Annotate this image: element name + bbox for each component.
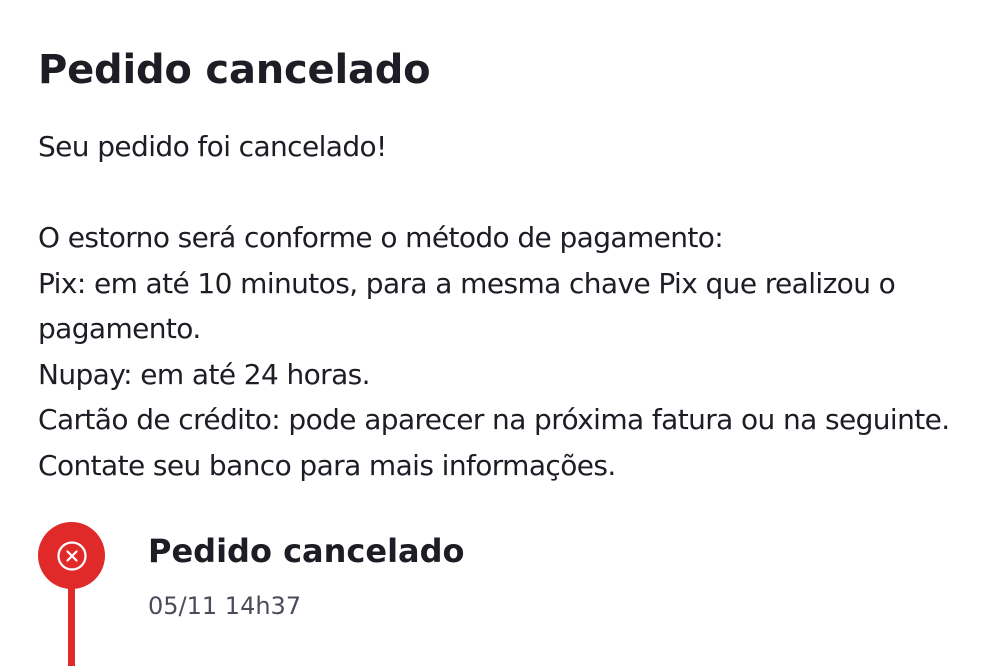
timeline-event-title: Pedido cancelado [148,532,465,570]
message-line-nupay: Nupay: em até 24 horas. [38,357,371,391]
timeline-event-time: 05/11 14h37 [148,592,302,620]
cancel-circle-icon [38,522,105,589]
message-line-credit-card: Cartão de crédito: pode aparecer na próx… [38,403,950,482]
message-line-pix: Pix: em até 10 minutos, para a mesma cha… [38,266,896,346]
page-title: Pedido cancelado [38,47,431,93]
message-line-refund-intro: O estorno será conforme o método de paga… [38,221,724,254]
timeline-connector-line [68,578,75,666]
message-line-confirmation: Seu pedido foi cancelado! [38,130,387,163]
order-timeline: Pedido cancelado 05/11 14h37 [38,522,968,666]
order-status-page: Pedido cancelado Seu pedido foi cancelad… [0,0,1000,666]
cancellation-message: Seu pedido foi cancelado! O estorno será… [38,124,968,488]
